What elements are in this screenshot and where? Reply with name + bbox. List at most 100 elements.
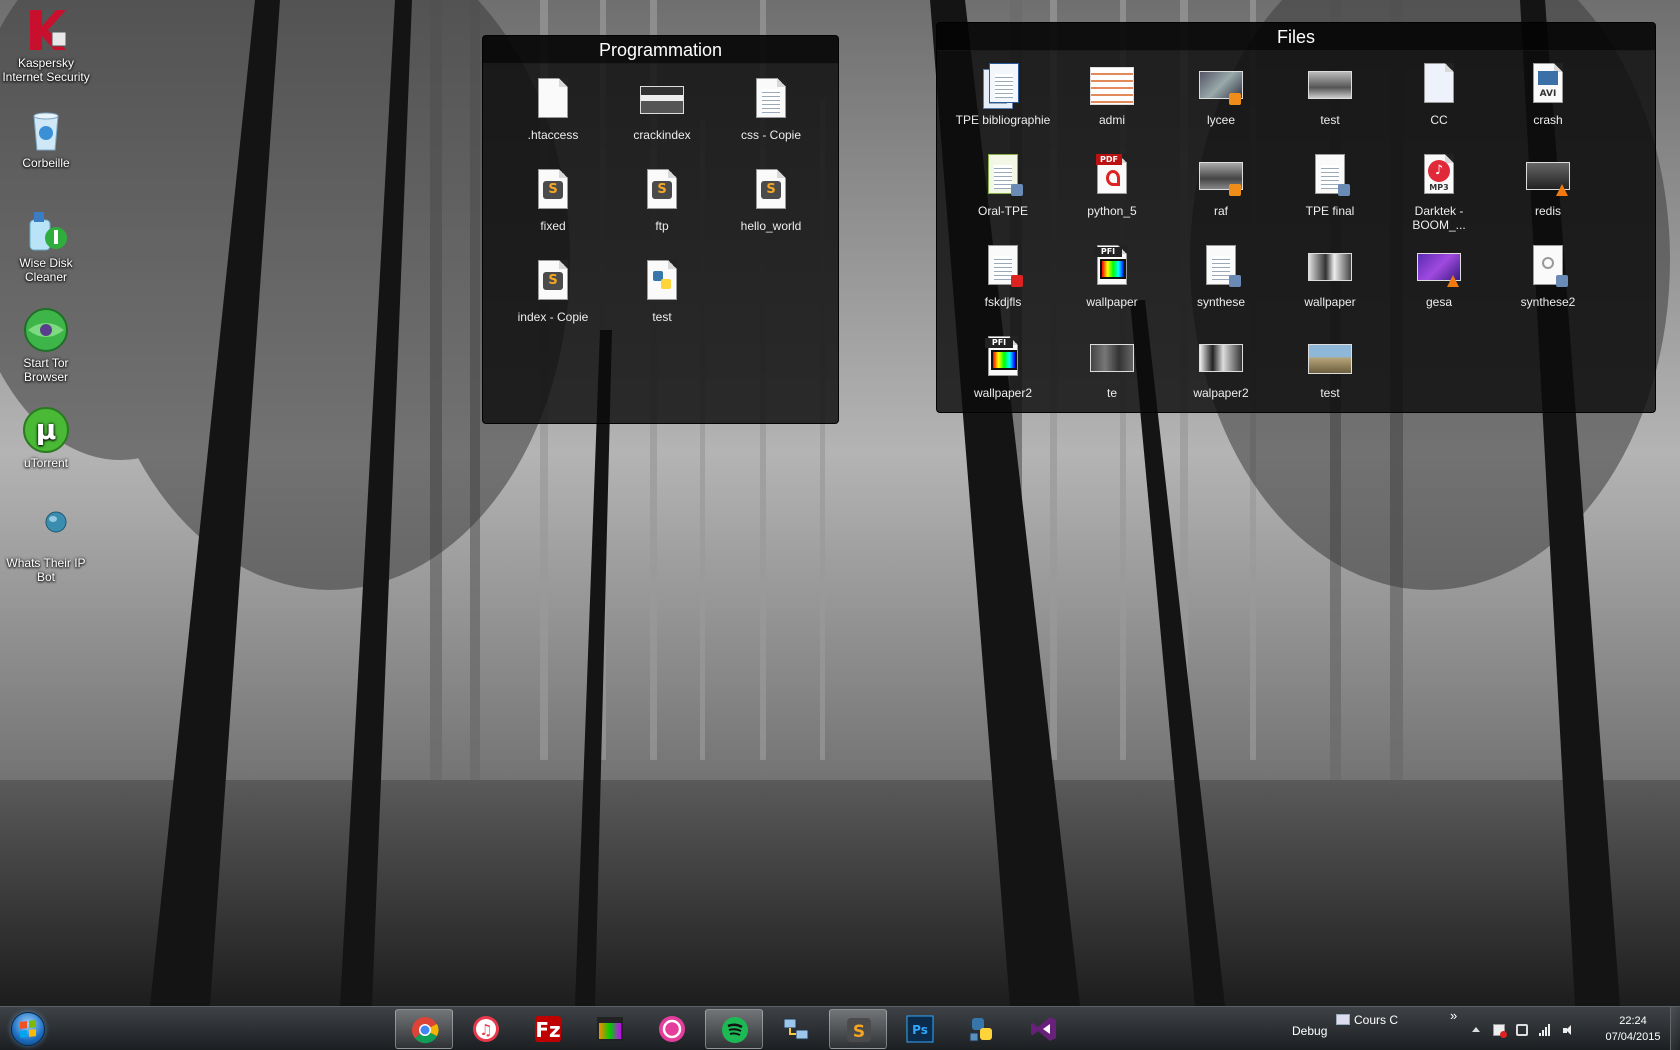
file-label: fixed — [540, 219, 566, 233]
file-label: gesa — [1425, 295, 1453, 309]
network-icon — [783, 1018, 809, 1040]
taskbar-app-music[interactable] — [643, 1009, 701, 1049]
recycle-bin-icon — [22, 106, 70, 154]
taskbar-app-itunes[interactable]: ♫ — [457, 1009, 515, 1049]
file-item[interactable]: admi — [1060, 61, 1164, 127]
network-signal-icon[interactable] — [1539, 1024, 1551, 1036]
desktop-icon-wise-disk-cleaner[interactable]: Wise Disk Cleaner — [0, 206, 92, 284]
taskbar-app-fl-studio[interactable] — [581, 1009, 639, 1049]
file-label: wallpaper — [1304, 295, 1356, 309]
pdf-file-icon: PDF — [1088, 152, 1136, 200]
word-doc-icon — [1306, 152, 1354, 200]
file-item[interactable]: gesa — [1387, 243, 1491, 309]
desktop-icon-label: uTorrent — [23, 456, 69, 470]
file-item[interactable]: te — [1060, 334, 1164, 400]
file-item[interactable]: lycee — [1169, 61, 1273, 127]
windows-flag-icon — [20, 1020, 36, 1038]
file-item[interactable]: test — [610, 258, 714, 324]
file-label: synthese2 — [1520, 295, 1576, 309]
desktop-icon-label: Corbeille — [22, 156, 70, 170]
file-label: wallpaper — [1086, 295, 1138, 309]
word-doc-icon — [1524, 243, 1572, 291]
file-label: walpaper2 — [1193, 386, 1249, 400]
file-item[interactable]: redis — [1496, 152, 1600, 218]
desktop-icon-tor-browser[interactable]: Start Tor Browser — [0, 306, 92, 384]
taskbar-app-photoshop[interactable]: Ps — [891, 1009, 949, 1049]
file-label: test — [1320, 113, 1340, 127]
file-label: css - Copie — [740, 128, 802, 142]
fence-title[interactable]: Programmation — [483, 36, 838, 64]
file-item[interactable]: synthese — [1169, 243, 1273, 309]
taskbar-app-network[interactable] — [767, 1009, 825, 1049]
file-label: python_5 — [1087, 204, 1137, 218]
file-item[interactable]: walpaper2 — [1169, 334, 1273, 400]
toolbar-chevron[interactable]: » — [1450, 1008, 1457, 1023]
taskbar-app-visual-studio[interactable] — [1015, 1009, 1073, 1049]
clock-date: 07/04/2015 — [1605, 1031, 1661, 1043]
desktop-icon-whats-their-ip[interactable]: Whats Their IP Bot — [0, 506, 92, 584]
file-item[interactable]: test — [1278, 61, 1382, 127]
file-item[interactable]: css - Copie — [719, 76, 823, 142]
fence-files[interactable]: Files TPE bibliographie admi lycee test … — [936, 22, 1656, 413]
file-item[interactable]: S hello_world — [719, 167, 823, 233]
desktop-icon-utorrent[interactable]: µ uTorrent — [0, 406, 92, 470]
svg-text:Fz: Fz — [535, 1018, 560, 1042]
file-label: ftp — [655, 219, 669, 233]
utorrent-icon: µ — [22, 406, 70, 454]
fence-programmation[interactable]: Programmation .htaccess crackindex css -… — [482, 35, 839, 424]
taskbar-app-chrome[interactable] — [395, 1009, 453, 1049]
file-label: hello_world — [740, 219, 802, 233]
file-item[interactable]: S ftp — [610, 167, 714, 233]
file-item[interactable]: raf — [1169, 152, 1273, 218]
volume-icon[interactable] — [1562, 1024, 1574, 1036]
globe-icon — [22, 506, 70, 554]
spotify-icon — [722, 1017, 748, 1043]
usb-device-icon[interactable] — [1516, 1024, 1528, 1036]
desktop-icon-label: Whats Their IP Bot — [6, 556, 86, 584]
show-hidden-icons-arrow-icon[interactable] — [1470, 1024, 1482, 1036]
blank-file-icon — [529, 76, 577, 124]
image-thumbnail-icon — [1306, 334, 1354, 382]
file-item[interactable]: S fixed — [501, 167, 605, 233]
system-clock[interactable]: 22:24 07/04/2015 — [1598, 1013, 1668, 1045]
taskbar-app-spotify[interactable] — [705, 1009, 763, 1049]
cours-c-toolbar[interactable]: Cours C — [1354, 1013, 1398, 1027]
file-item[interactable]: CC — [1387, 61, 1491, 127]
file-label: synthese — [1196, 295, 1246, 309]
desktop-icon-kaspersky[interactable]: Kaspersky Internet Security — [0, 6, 92, 84]
image-thumbnail-icon — [1088, 334, 1136, 382]
show-desktop-button[interactable] — [1670, 1007, 1680, 1050]
file-item[interactable]: PDF python_5 — [1060, 152, 1164, 218]
action-center-flag-icon[interactable] — [1493, 1024, 1507, 1038]
file-item[interactable]: PFI wallpaper2 — [951, 334, 1055, 400]
start-button[interactable] — [4, 1009, 52, 1049]
file-label: .htaccess — [527, 128, 579, 142]
sublime-text-icon: S — [847, 1018, 871, 1042]
filezilla-icon: Fz — [535, 1016, 561, 1042]
file-item[interactable]: test — [1278, 334, 1382, 400]
file-item[interactable]: PFI wallpaper — [1060, 243, 1164, 309]
fl-studio-icon — [597, 1017, 623, 1041]
file-item[interactable]: .htaccess — [501, 76, 605, 142]
taskbar-app-sublime-text[interactable]: S — [829, 1009, 887, 1049]
file-item[interactable]: S index - Copie — [501, 258, 605, 324]
file-label: test — [652, 310, 672, 324]
file-item[interactable]: synthese2 — [1496, 243, 1600, 309]
file-item[interactable]: crackindex — [610, 76, 714, 142]
file-item[interactable]: wallpaper — [1278, 243, 1382, 309]
file-item[interactable]: TPE bibliographie — [951, 61, 1055, 127]
sublime-file-icon: S — [529, 258, 577, 306]
desktop-icon-corbeille[interactable]: Corbeille — [0, 106, 92, 170]
debug-label[interactable]: Debug — [1292, 1024, 1327, 1038]
fence-title[interactable]: Files — [937, 23, 1655, 51]
avi-file-icon: AVI — [1524, 61, 1572, 109]
file-item[interactable]: Oral-TPE — [951, 152, 1055, 218]
file-item[interactable]: AVI crash — [1496, 61, 1600, 127]
file-item[interactable]: TPE final — [1278, 152, 1382, 218]
file-item[interactable]: ♪ MP3 Darktek - BOOM_... — [1387, 152, 1491, 232]
taskbar-app-python[interactable] — [953, 1009, 1011, 1049]
python-file-icon — [638, 258, 686, 306]
file-item[interactable]: fskdjfls — [951, 243, 1055, 309]
taskbar-app-filezilla[interactable]: Fz — [519, 1009, 577, 1049]
document-thumbnail-icon — [1088, 61, 1136, 109]
